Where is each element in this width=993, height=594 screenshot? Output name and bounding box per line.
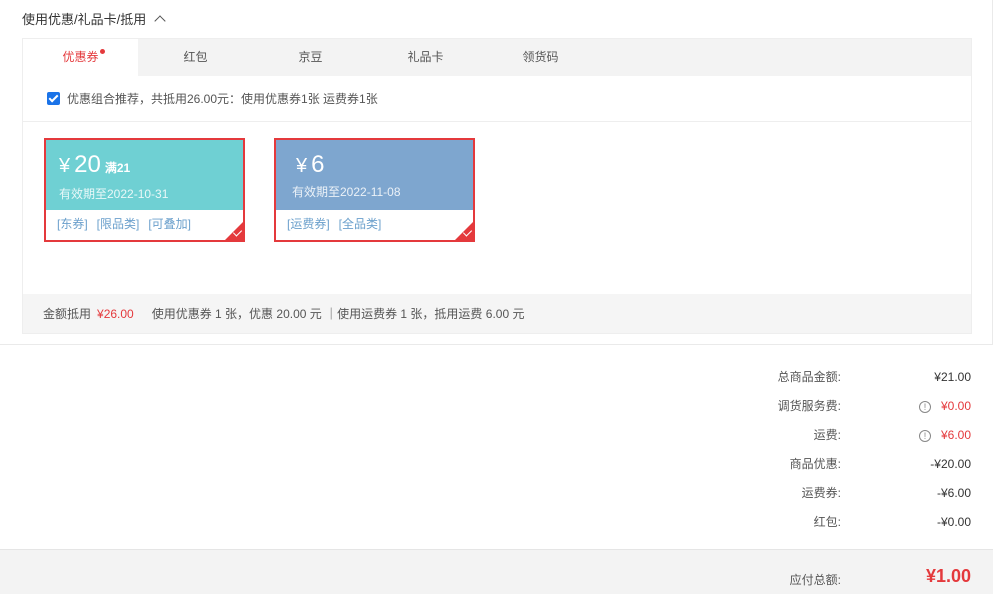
tab-label: 领货码 (522, 50, 559, 64)
coupon-value: 20 (74, 151, 101, 178)
summary-row: 运费: ! ¥6.00 (671, 420, 971, 449)
summary-label: 总商品金额: (777, 370, 841, 384)
coupon-amount: ¥6 (296, 150, 473, 181)
promo-tabs: 优惠券 红包 京豆 礼品卡 领货码 (23, 39, 971, 76)
summary-label: 红包: (813, 515, 841, 529)
tab-label: 红包 (183, 50, 208, 64)
new-dot-icon (99, 49, 105, 54)
summary-value: -¥20.00 (930, 456, 971, 471)
summary-row: 总商品金额: ¥21.00 (671, 362, 971, 391)
tab-label: 礼品卡 (407, 50, 444, 64)
summary-value-wrap: ! ¥0.00 (841, 399, 971, 413)
combo-text: 优惠组合推荐，共抵用26.00元：使用优惠券1张 运费券1张 (67, 92, 378, 106)
summary-value: ¥21.00 (934, 369, 971, 384)
coupon-condition: 满21 (104, 161, 131, 175)
summary-label: 运费: (813, 428, 841, 442)
coupon-expiry: 有效期至2022-11-08 (292, 185, 401, 199)
combo-checkbox[interactable] (47, 92, 60, 105)
coupon-tag: [可叠加] (148, 217, 192, 231)
coupon-tag: [全品类] (338, 217, 382, 231)
info-icon[interactable]: ! (918, 429, 931, 442)
coupon-tags: [运费券] [全品类] (276, 210, 473, 240)
summary-label: 运费券: (801, 486, 841, 500)
chevron-up-icon (154, 14, 166, 27)
coupon-top: ¥6 有效期至2022-11-08 (276, 140, 473, 210)
coupon-tag: [东券] (57, 217, 88, 231)
info-icon[interactable]: ! (918, 400, 931, 413)
summary-row: 商品优惠: -¥20.00 (671, 449, 971, 478)
promo-section: 使用优惠/礼品卡/抵用 优惠券 红包 京豆 礼品卡 领货码 优惠组合推荐，共抵用… (0, 0, 993, 345)
deduction-summary-bar: 金额抵用 ¥26.00 使用优惠券 1 张，优惠 20.00 元 ｜使用运费券 … (23, 294, 971, 333)
promo-panel: 优惠券 红包 京豆 礼品卡 领货码 优惠组合推荐，共抵用26.00元：使用优惠券… (22, 38, 972, 334)
coupon-tag: [运费券] (287, 217, 330, 231)
section-header-toggle[interactable]: 使用优惠/礼品卡/抵用 (22, 9, 166, 28)
coupon-value: 6 (311, 151, 325, 178)
tab-jd-beans[interactable]: 京豆 (253, 39, 368, 76)
coupon-top: ¥20 满21 有效期至2022-10-31 (46, 140, 243, 210)
summary-value: ¥6.00 (940, 427, 971, 442)
section-title: 使用优惠/礼品卡/抵用 (22, 12, 147, 27)
tab-gift-card[interactable]: 礼品卡 (368, 39, 483, 76)
summary-label: 商品优惠: (789, 457, 841, 471)
tab-redeem-code[interactable]: 领货码 (483, 39, 598, 76)
coupon-yen: ¥ (296, 155, 308, 177)
tab-label: 优惠券 (62, 50, 99, 64)
total-bar: 应付总额: ¥1.00 (0, 549, 993, 594)
coupon-yen: ¥ (59, 155, 71, 177)
coupon-tag: [限品类] (96, 217, 140, 231)
deduction-label: 金额抵用 (43, 307, 92, 321)
total-label: 应付总额: (789, 573, 841, 587)
summary-value: -¥0.00 (936, 514, 971, 529)
summary-value: ¥0.00 (940, 398, 971, 413)
coupon-card[interactable]: ¥20 满21 有效期至2022-10-31 [东券] [限品类] [可叠加] (44, 138, 245, 242)
deduction-detail: 使用优惠券 1 张，优惠 20.00 元 ｜使用运费券 1 张，抵用运费 6.0… (151, 307, 525, 321)
coupon-expiry: 有效期至2022-10-31 (59, 187, 169, 201)
coupon-list: ¥20 满21 有效期至2022-10-31 [东券] [限品类] [可叠加] ¥6 … (23, 122, 971, 294)
tab-red-envelope[interactable]: 红包 (138, 39, 253, 76)
coupon-tags: [东券] [限品类] [可叠加] (46, 210, 243, 240)
summary-value-wrap: ! ¥6.00 (841, 428, 971, 442)
tab-label: 京豆 (298, 50, 323, 64)
combo-recommend-row: 优惠组合推荐，共抵用26.00元：使用优惠券1张 运费券1张 (23, 76, 971, 122)
summary-row: 红包: -¥0.00 (671, 507, 971, 536)
summary-row: 调货服务费: ! ¥0.00 (671, 391, 971, 420)
deduction-amount: ¥26.00 (97, 306, 134, 321)
coupon-card[interactable]: ¥6 有效期至2022-11-08 [运费券] [全品类] (274, 138, 475, 242)
coupon-amount: ¥20 满21 (59, 150, 243, 183)
total-value: ¥1.00 (925, 566, 971, 586)
tab-coupons[interactable]: 优惠券 (23, 39, 138, 76)
summary-row: 运费券: -¥6.00 (671, 478, 971, 507)
summary-value: -¥6.00 (936, 485, 971, 500)
summary-label: 调货服务费: (777, 399, 841, 413)
order-summary: 总商品金额: ¥21.00 调货服务费: ! ¥0.00 运费: ! ¥6.00 商… (671, 362, 971, 536)
